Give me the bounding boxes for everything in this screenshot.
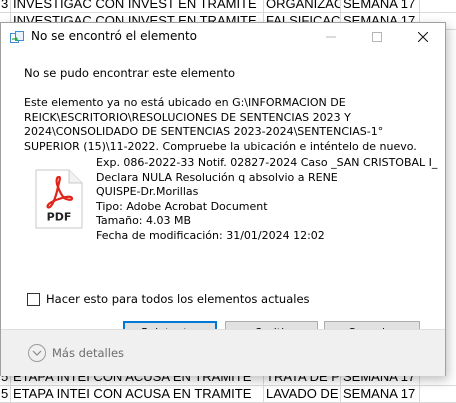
table-cell: ETAPA INTEI CON ACUSA EN TRAMITE (11, 386, 264, 402)
title-bar: No se encontró el elemento (1, 23, 445, 51)
chevron-down-icon (28, 344, 46, 362)
close-icon (418, 32, 428, 42)
pdf-file-icon: PDF (35, 169, 83, 229)
apply-to-all-checkbox[interactable] (27, 292, 40, 306)
minimize-icon (326, 36, 336, 38)
file-size: Tamaño: 4.03 MB (96, 214, 192, 227)
table-cell: SEMANA 17 (341, 386, 420, 402)
description-line: SUPERIOR (15)\11-2022. Compruebe la ubic… (24, 139, 417, 153)
table-row: 3 INVESTIGAC CON INVEST EN TRAMITE ORGAN… (0, 0, 456, 13)
dialog-heading: No se pudo encontrar este elemento (24, 66, 236, 80)
table-cell: INVESTIGAC CON INVEST EN TRAMITE (11, 0, 264, 12)
description-line: 2024\CONSOLIDADO DE SENTENCIAS 2023-2024… (24, 125, 384, 138)
table-row: 5 ETAPA INTEI CON ACUSA EN TRAMITE LAVAD… (0, 386, 456, 403)
item-not-found-dialog: No se encontró el elemento No se pudo en… (0, 22, 446, 376)
file-name-line: QUISPE-Dr.Morillas (96, 185, 199, 198)
more-details-label: Más detalles (52, 346, 125, 360)
apply-to-all-checkbox-row[interactable]: Hacer esto para todos los elementos actu… (27, 292, 310, 306)
dialog-footer: Más detalles (1, 329, 445, 376)
description-line: REICK\ESCRITORIO\RESOLUCIONES DE SENTENC… (24, 110, 351, 124)
dialog-title: No se encontró el elemento (31, 29, 198, 43)
dialog-description: Este elemento ya no está ubicado en G:\I… (24, 96, 429, 154)
more-details-toggle[interactable]: Más detalles (28, 344, 124, 362)
table-cell: 5 (0, 386, 11, 402)
maximize-icon (372, 32, 382, 42)
file-info: Exp. 086-2022-33 Notif. 02827-2024 Caso … (96, 156, 438, 243)
table-cell: 3 (0, 0, 11, 12)
table-cell: ORGANIZACI (264, 0, 341, 12)
table-cell (420, 386, 456, 402)
description-line: Este elemento ya no está ubicado en G:\I… (24, 96, 346, 109)
file-type: Tipo: Adobe Acrobat Document (96, 199, 268, 213)
table-cell: LAVADO DE (264, 386, 341, 402)
file-modified-date: Fecha de modificación: 31/01/2024 12:02 (96, 228, 325, 242)
table-cell: SEMANA 17 (341, 0, 420, 12)
pdf-icon-label: PDF (47, 211, 72, 224)
maximize-button[interactable] (354, 23, 400, 51)
apply-to-all-label: Hacer esto para todos los elementos actu… (46, 292, 310, 306)
file-transfer-icon (10, 31, 24, 43)
file-name-line: Exp. 086-2022-33 Notif. 02827-2024 Caso … (96, 156, 438, 169)
file-name-line: Declara NULA Resolución q absolvio a REN… (96, 170, 338, 184)
table-cell (420, 0, 456, 12)
minimize-button[interactable] (308, 23, 354, 51)
close-button[interactable] (400, 23, 446, 51)
